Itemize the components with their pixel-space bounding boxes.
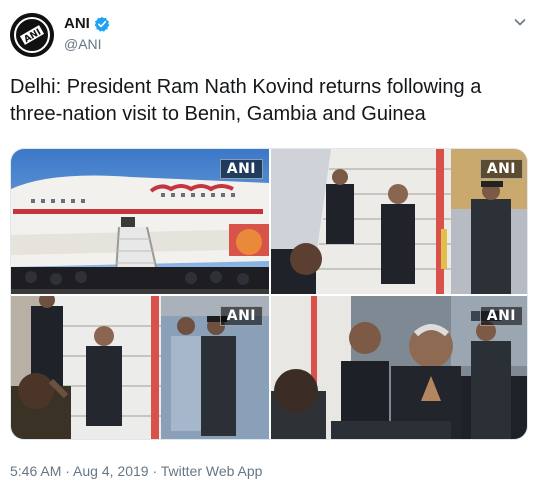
author-display-name[interactable]: ANI bbox=[64, 15, 90, 32]
footer-separator: · bbox=[148, 463, 161, 479]
photo-aircraft-arrival[interactable]: ANI bbox=[11, 149, 269, 294]
tweet-date[interactable]: Aug 4, 2019 bbox=[73, 463, 149, 479]
ani-watermark-badge: ANI bbox=[219, 159, 263, 179]
photo-namaste-greeting[interactable]: ANI bbox=[271, 296, 527, 439]
chevron-down-icon[interactable] bbox=[512, 14, 528, 30]
author-name-row: ANI bbox=[64, 15, 110, 32]
tweet: ANI ANI @ANI Delhi: President Ram Nath K… bbox=[0, 0, 536, 489]
photo-descending-stairs[interactable]: ANI bbox=[271, 149, 527, 294]
ani-watermark-badge: ANI bbox=[479, 306, 523, 326]
tweet-time[interactable]: 5:46 AM bbox=[10, 463, 61, 479]
photo-handshake[interactable]: ANI bbox=[11, 296, 269, 439]
media-grid: ANI ANI ANI ANI bbox=[10, 148, 528, 440]
ani-watermark-badge: ANI bbox=[479, 159, 523, 179]
verified-badge-icon bbox=[94, 16, 110, 32]
tweet-source[interactable]: Twitter Web App bbox=[161, 463, 263, 479]
tweet-text: Delhi: President Ram Nath Kovind returns… bbox=[10, 76, 482, 125]
footer-separator: · bbox=[61, 463, 74, 479]
ani-logo-icon[interactable]: ANI bbox=[10, 13, 54, 57]
author-handle[interactable]: @ANI bbox=[64, 36, 102, 52]
tweet-footer: 5:46 AM · Aug 4, 2019 · Twitter Web App bbox=[10, 463, 262, 479]
ani-watermark-badge: ANI bbox=[219, 306, 263, 326]
